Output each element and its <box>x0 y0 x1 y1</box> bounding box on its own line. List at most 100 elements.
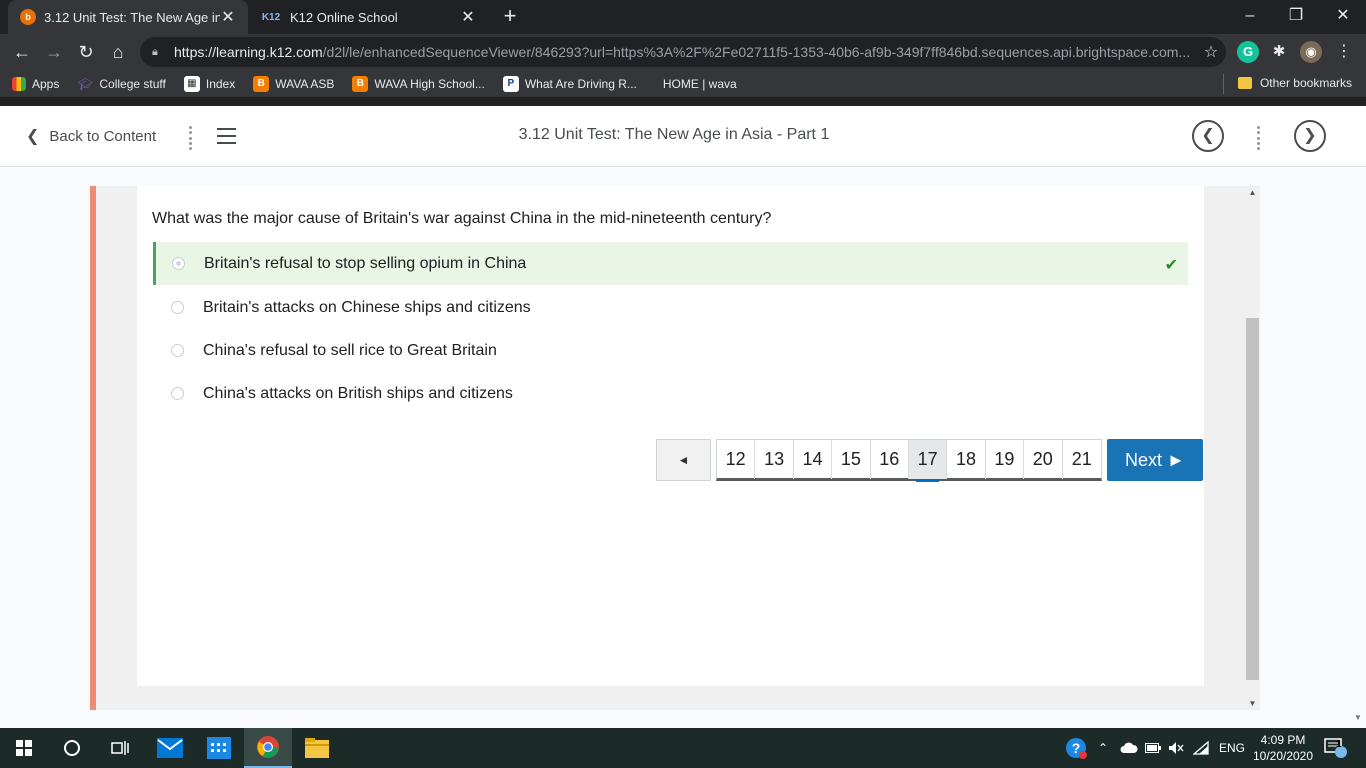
tab-title: 3.12 Unit Test: The New Age in As <box>44 9 220 25</box>
answer-option-3[interactable]: China's refusal to sell rice to Great Br… <box>153 329 1188 372</box>
page-numbers: 12 13 14 15 16 17 18 19 20 21 <box>716 439 1102 482</box>
lock-icon: 🔒︎ <box>152 45 158 58</box>
search-circle-icon[interactable] <box>48 728 96 768</box>
close-window-button[interactable]: ✕ <box>1320 0 1366 34</box>
bookmark-apps[interactable]: Apps <box>12 76 59 91</box>
help-icon[interactable]: ? <box>1064 728 1088 768</box>
radio-button[interactable] <box>171 301 184 314</box>
apps-grid-icon <box>12 76 26 91</box>
battery-icon[interactable] <box>1145 728 1161 768</box>
scroll-up-arrow-icon[interactable]: ▲ <box>1245 188 1260 197</box>
page-viewport: ❮ Back to Content 3.12 Unit Test: The Ne… <box>0 98 1366 728</box>
bookmark-wava-asb[interactable]: B WAVA ASB <box>253 75 334 92</box>
checkmark-icon: ✔ <box>1164 257 1178 274</box>
bookmark-what-are-driving[interactable]: P What Are Driving R... <box>502 75 637 92</box>
chrome-icon[interactable] <box>244 728 292 768</box>
extensions-puzzle-icon[interactable]: ✱ <box>1268 41 1290 63</box>
index-icon: ▦ <box>183 75 200 92</box>
profile-avatar[interactable]: ◉ <box>1300 41 1322 63</box>
question-pager: ◄ 12 13 14 15 16 17 18 19 20 21 Next ► <box>656 439 1203 482</box>
page-title: 3.12 Unit Test: The New Age in Asia - Pa… <box>518 126 830 143</box>
accent-bar <box>90 186 96 710</box>
bookmark-separator <box>1223 74 1224 94</box>
calendar-icon[interactable] <box>195 728 243 768</box>
next-button[interactable]: Next ► <box>1106 439 1203 481</box>
page-19[interactable]: 19 <box>986 440 1025 479</box>
previous-topic-button[interactable]: ❮ <box>1192 120 1224 152</box>
bookmark-star-icon[interactable]: ☆ <box>1196 42 1226 62</box>
page-12[interactable]: 12 <box>717 440 756 479</box>
notification-count: 1 <box>1336 738 1342 750</box>
windows-start-icon[interactable] <box>0 728 48 768</box>
bookmark-college-stuff[interactable]: 🎓︎ College stuff <box>77 76 166 92</box>
volume-muted-icon[interactable] <box>1168 728 1184 768</box>
folder-icon <box>1237 77 1252 89</box>
page-18[interactable]: 18 <box>947 440 986 479</box>
question-text: What was the major cause of Britain's wa… <box>152 210 772 227</box>
answer-option-1[interactable]: Britain's refusal to stop selling opium … <box>153 242 1188 285</box>
tab-title: K12 Online School <box>290 9 398 25</box>
url-text: https://learning.k12.com/d2l/le/enhanced… <box>174 44 1191 60</box>
wifi-icon[interactable] <box>1193 728 1209 768</box>
address-bar[interactable]: 🔒︎ https://learning.k12.com/d2l/le/enhan… <box>140 37 1226 67</box>
page-15[interactable]: 15 <box>832 440 871 479</box>
onedrive-cloud-icon[interactable] <box>1120 728 1138 768</box>
previous-page-button[interactable]: ◄ <box>656 439 711 481</box>
bookmarks-bar: Apps 🎓︎ College stuff ▦ Index B WAVA ASB… <box>0 70 1366 98</box>
page-16[interactable]: 16 <box>871 440 909 479</box>
home-icon[interactable]: ⌂ <box>104 38 132 66</box>
bookmark-wava-high-school[interactable]: B WAVA High School... <box>352 75 485 92</box>
close-tab-icon[interactable]: ✕ <box>220 7 236 27</box>
other-bookmarks[interactable]: Other bookmarks <box>1237 76 1352 90</box>
scroll-down-arrow-icon[interactable]: ▼ <box>1245 699 1260 708</box>
bookmark-index[interactable]: ▦ Index <box>183 75 235 92</box>
k12-icon: K12 <box>261 11 281 23</box>
close-tab-icon[interactable]: ✕ <box>460 7 476 27</box>
mail-icon[interactable] <box>146 728 194 768</box>
quiz-frame: What was the major cause of Britain's wa… <box>90 186 1260 710</box>
sequence-header: ❮ Back to Content 3.12 Unit Test: The Ne… <box>0 106 1366 167</box>
language-indicator[interactable]: ENG <box>1219 728 1245 768</box>
graduation-cap-icon: 🎓︎ <box>77 76 93 91</box>
taskbar-clock[interactable]: 4:09 PM 10/20/2020 <box>1250 732 1316 764</box>
tab-active[interactable]: b 3.12 Unit Test: The New Age in As ✕ <box>8 0 248 34</box>
browser-toolbar: ← → ↻ ⌂ 🔒︎ https://learning.k12.com/d2l/… <box>0 34 1366 70</box>
menu-kebab-icon[interactable]: ⋮ <box>1330 38 1358 66</box>
page-17-current[interactable]: 17 <box>908 440 948 482</box>
frame-scrollbar[interactable]: ▲ ▼ <box>1245 186 1260 710</box>
browser-tab-strip: b 3.12 Unit Test: The New Age in As ✕ K1… <box>0 0 1366 34</box>
radio-button[interactable] <box>172 257 185 270</box>
question-card: What was the major cause of Britain's wa… <box>137 186 1204 686</box>
task-view-icon[interactable] <box>96 728 144 768</box>
page-14[interactable]: 14 <box>794 440 833 479</box>
radio-button[interactable] <box>171 344 184 357</box>
windows-taskbar: ? ⌃ ENG 4:09 PM 10/20/2020 1 <box>0 728 1366 768</box>
page-21[interactable]: 21 <box>1063 440 1101 479</box>
divider-dots <box>1257 126 1261 150</box>
answer-option-4[interactable]: China's attacks on British ships and cit… <box>153 372 1188 415</box>
reload-icon[interactable]: ↻ <box>72 38 100 66</box>
chevron-up-icon[interactable]: ⌃ <box>1098 728 1108 768</box>
brightspace-icon: b <box>20 9 36 25</box>
next-topic-button[interactable]: ❯ <box>1294 120 1326 152</box>
p-logo-icon: P <box>502 75 519 92</box>
page-scroll-down-arrow-icon[interactable]: ▼ <box>1350 708 1366 728</box>
back-arrow-icon[interactable]: ← <box>8 38 36 66</box>
tab-k12[interactable]: K12 K12 Online School ✕ <box>248 0 488 34</box>
page-13[interactable]: 13 <box>755 440 794 479</box>
grammarly-icon[interactable]: G <box>1237 41 1259 63</box>
top-strip <box>0 98 1366 106</box>
page-20[interactable]: 20 <box>1024 440 1063 479</box>
radio-button[interactable] <box>171 387 184 400</box>
restore-button[interactable]: ❐ <box>1273 0 1319 34</box>
answer-option-2[interactable]: Britain's attacks on Chinese ships and c… <box>153 286 1188 329</box>
file-explorer-icon[interactable] <box>293 728 341 768</box>
scrollbar-thumb[interactable] <box>1246 318 1259 680</box>
bookmark-home-wava[interactable]: HOME | wava <box>663 77 737 91</box>
forward-arrow-icon[interactable]: → <box>40 38 68 66</box>
new-tab-button[interactable]: + <box>498 4 522 28</box>
minimize-button[interactable]: – <box>1227 0 1273 34</box>
blogger-icon: B <box>352 75 369 92</box>
svg-text:?: ? <box>1072 740 1081 756</box>
clock-date: 10/20/2020 <box>1252 749 1314 763</box>
